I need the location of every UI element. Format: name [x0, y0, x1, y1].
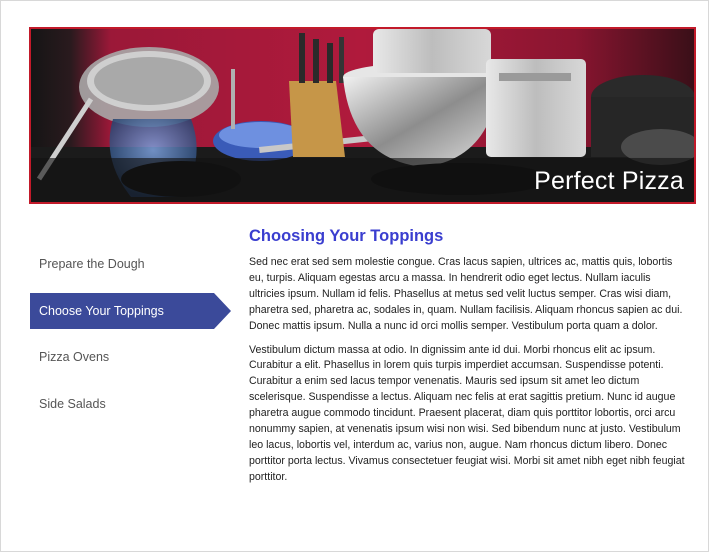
- sidebar-item-pizza-ovens[interactable]: Pizza Ovens: [30, 334, 245, 381]
- sidebar-nav: Prepare the Dough Choose Your Toppings P…: [30, 241, 245, 427]
- header-banner: Perfect Pizza: [29, 27, 696, 204]
- content-paragraph: Vestibulum dictum massa at odio. In dign…: [249, 343, 685, 483]
- sidebar-item-prepare-dough[interactable]: Prepare the Dough: [30, 241, 245, 288]
- main-content: Choosing Your Toppings Sed nec erat sed …: [249, 227, 689, 494]
- sidebar-item-choose-toppings[interactable]: Choose Your Toppings: [30, 288, 245, 335]
- sidebar-item-label: Pizza Ovens: [39, 350, 110, 364]
- sidebar-item-side-salads[interactable]: Side Salads: [30, 381, 245, 428]
- sidebar-item-label: Side Salads: [39, 396, 106, 411]
- page-frame: Perfect Pizza Prepare the Dough Choose Y…: [0, 0, 709, 552]
- sidebar-item-label: Prepare the Dough: [39, 257, 145, 271]
- content-heading: Choosing Your Toppings: [249, 227, 444, 245]
- page-title: Perfect Pizza: [534, 167, 684, 195]
- sidebar-item-label: Choose Your Toppings: [39, 303, 164, 318]
- content-paragraph: Sed nec erat sed sem molestie congue. Cr…: [249, 256, 683, 332]
